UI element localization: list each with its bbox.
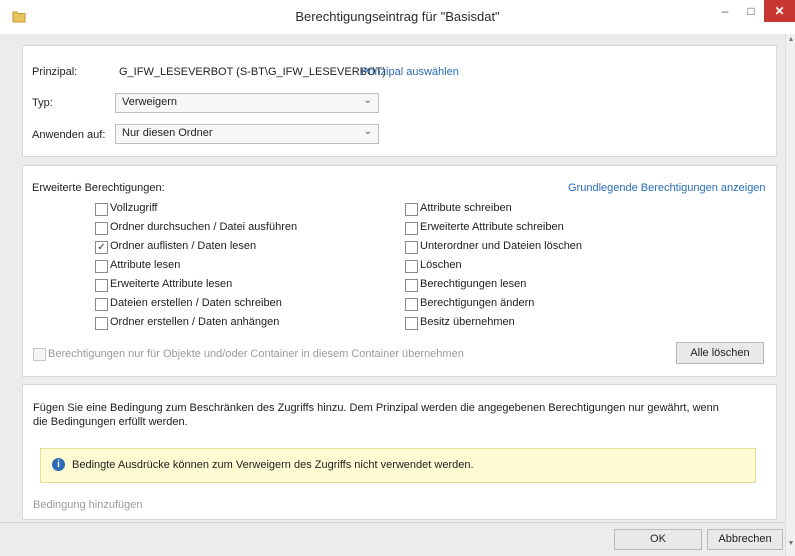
inherit-only-label: Berechtigungen nur für Objekte und/oder … xyxy=(48,348,464,360)
checkbox-write-attributes[interactable] xyxy=(405,203,418,216)
apply-to-select-value: Nur diesen Ordner xyxy=(122,127,213,139)
chevron-down-icon: ⌄ xyxy=(363,126,372,137)
permission-label: Berechtigungen ändern xyxy=(420,297,535,309)
add-condition-link[interactable]: Bedingung hinzufügen xyxy=(33,499,142,511)
info-icon: i xyxy=(52,458,65,471)
condition-description: Fügen Sie eine Bedingung zum Beschränken… xyxy=(33,402,719,428)
checkbox-change-permissions[interactable] xyxy=(405,298,418,311)
minimize-button[interactable]: – xyxy=(712,0,738,22)
permission-label: Erweiterte Attribute lesen xyxy=(110,278,233,290)
window-title: Berechtigungseintrag für "Basisdat" xyxy=(295,9,500,24)
checkbox-create-folders[interactable] xyxy=(95,317,108,330)
checkbox-delete-subfolders[interactable] xyxy=(405,241,418,254)
checkbox-take-ownership[interactable] xyxy=(405,317,418,330)
checkbox-read-attributes[interactable] xyxy=(95,260,108,273)
permission-label: Löschen xyxy=(420,259,462,271)
advanced-permissions-panel xyxy=(22,165,777,377)
scroll-up-icon[interactable]: ▲ xyxy=(786,36,795,43)
apply-to-select[interactable]: Nur diesen Ordner ⌄ xyxy=(115,124,379,144)
checkbox-read-permissions[interactable] xyxy=(405,279,418,292)
maximize-button[interactable]: □ xyxy=(738,0,764,22)
checkbox-inherit-only xyxy=(33,348,46,361)
clear-all-button[interactable]: Alle löschen xyxy=(676,342,764,364)
type-select[interactable]: Verweigern ⌄ xyxy=(115,93,379,113)
chevron-down-icon: ⌄ xyxy=(363,95,372,106)
select-principal-link[interactable]: Prinzipal auswählen xyxy=(361,66,459,78)
type-label: Typ: xyxy=(32,97,53,109)
checkbox-full-control[interactable] xyxy=(95,203,108,216)
cancel-button[interactable]: Abbrechen xyxy=(707,529,783,550)
apply-to-label: Anwenden auf: xyxy=(32,129,106,141)
close-button[interactable]: ✕ xyxy=(764,0,795,22)
checkbox-write-extended-attributes[interactable] xyxy=(405,222,418,235)
principal-label: Prinzipal: xyxy=(32,66,78,78)
permission-label: Vollzugriff xyxy=(110,202,158,214)
checkbox-traverse-execute[interactable] xyxy=(95,222,108,235)
footer-divider xyxy=(0,522,785,523)
info-text: Bedingte Ausdrücke können zum Verweigern… xyxy=(72,459,474,471)
permission-label: Unterordner und Dateien löschen xyxy=(420,240,583,252)
permission-label: Attribute lesen xyxy=(110,259,181,271)
permission-label: Ordner auflisten / Daten lesen xyxy=(110,240,257,252)
principal-value: G_IFW_LESEVERBOT (S-BT\G_IFW_LESEVERBOT) xyxy=(119,66,386,78)
type-select-value: Verweigern xyxy=(122,96,178,108)
basic-permissions-link[interactable]: Grundlegende Berechtigungen anzeigen xyxy=(568,182,766,194)
vertical-scrollbar[interactable]: ▲ ▼ xyxy=(785,34,795,556)
permission-label: Dateien erstellen / Daten schreiben xyxy=(110,297,282,309)
permission-label: Attribute schreiben xyxy=(420,202,512,214)
permission-label: Besitz übernehmen xyxy=(420,316,515,328)
permission-label: Ordner erstellen / Daten anhängen xyxy=(110,316,280,328)
permission-label: Berechtigungen lesen xyxy=(420,278,527,290)
ok-button[interactable]: OK xyxy=(614,529,702,550)
advanced-permissions-header: Erweiterte Berechtigungen: xyxy=(32,182,165,194)
permission-label: Ordner durchsuchen / Datei ausführen xyxy=(110,221,298,233)
checkbox-list-read-data[interactable]: ✓ xyxy=(95,241,108,254)
permission-label: Erweiterte Attribute schreiben xyxy=(420,221,564,233)
checkbox-create-files[interactable] xyxy=(95,298,108,311)
checkbox-delete[interactable] xyxy=(405,260,418,273)
checkbox-read-extended-attributes[interactable] xyxy=(95,279,108,292)
scroll-down-icon[interactable]: ▼ xyxy=(786,540,795,547)
